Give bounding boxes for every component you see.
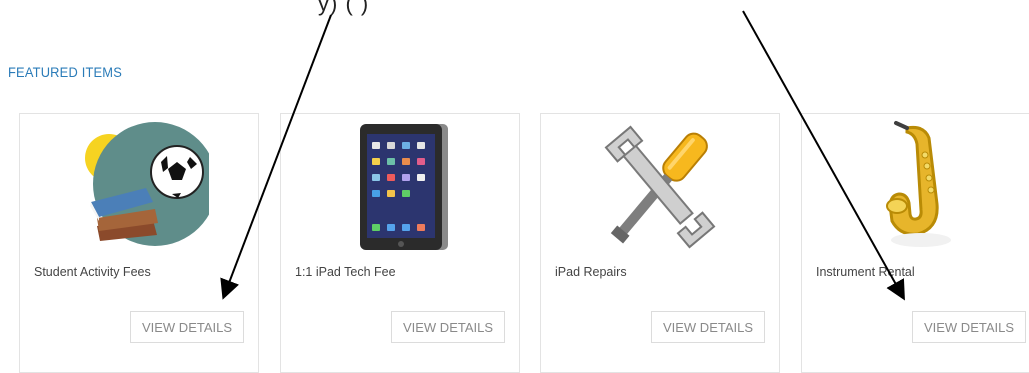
- ipad-icon: [360, 124, 448, 250]
- view-details-button[interactable]: VIEW DETAILS: [651, 311, 765, 343]
- view-details-button[interactable]: VIEW DETAILS: [391, 311, 505, 343]
- product-card-student-activity-fees[interactable]: Student Activity Fees VIEW DETAILS: [19, 113, 259, 373]
- product-name[interactable]: iPad Repairs: [555, 265, 627, 279]
- product-name[interactable]: 1:1 iPad Tech Fee: [295, 265, 396, 279]
- section-title: FEATURED ITEMS: [8, 64, 122, 80]
- product-card-ipad-repairs[interactable]: iPad Repairs VIEW DETAILS: [540, 113, 780, 373]
- product-card-instrument-rental[interactable]: Instrument Rental VIEW DETAILS: [801, 113, 1029, 373]
- view-details-button[interactable]: VIEW DETAILS: [912, 311, 1026, 343]
- books-ball-icon: [85, 122, 209, 246]
- top-text-fragment: y) ( ): [318, 0, 370, 16]
- view-details-button[interactable]: VIEW DETAILS: [130, 311, 244, 343]
- product-card-ipad-tech-fee[interactable]: 1:1 iPad Tech Fee VIEW DETAILS: [280, 113, 520, 373]
- product-name[interactable]: Student Activity Fees: [34, 265, 151, 279]
- product-name[interactable]: Instrument Rental: [816, 265, 915, 279]
- saxophone-icon: [886, 121, 951, 247]
- screwdriver-wrench-icon: [604, 125, 716, 249]
